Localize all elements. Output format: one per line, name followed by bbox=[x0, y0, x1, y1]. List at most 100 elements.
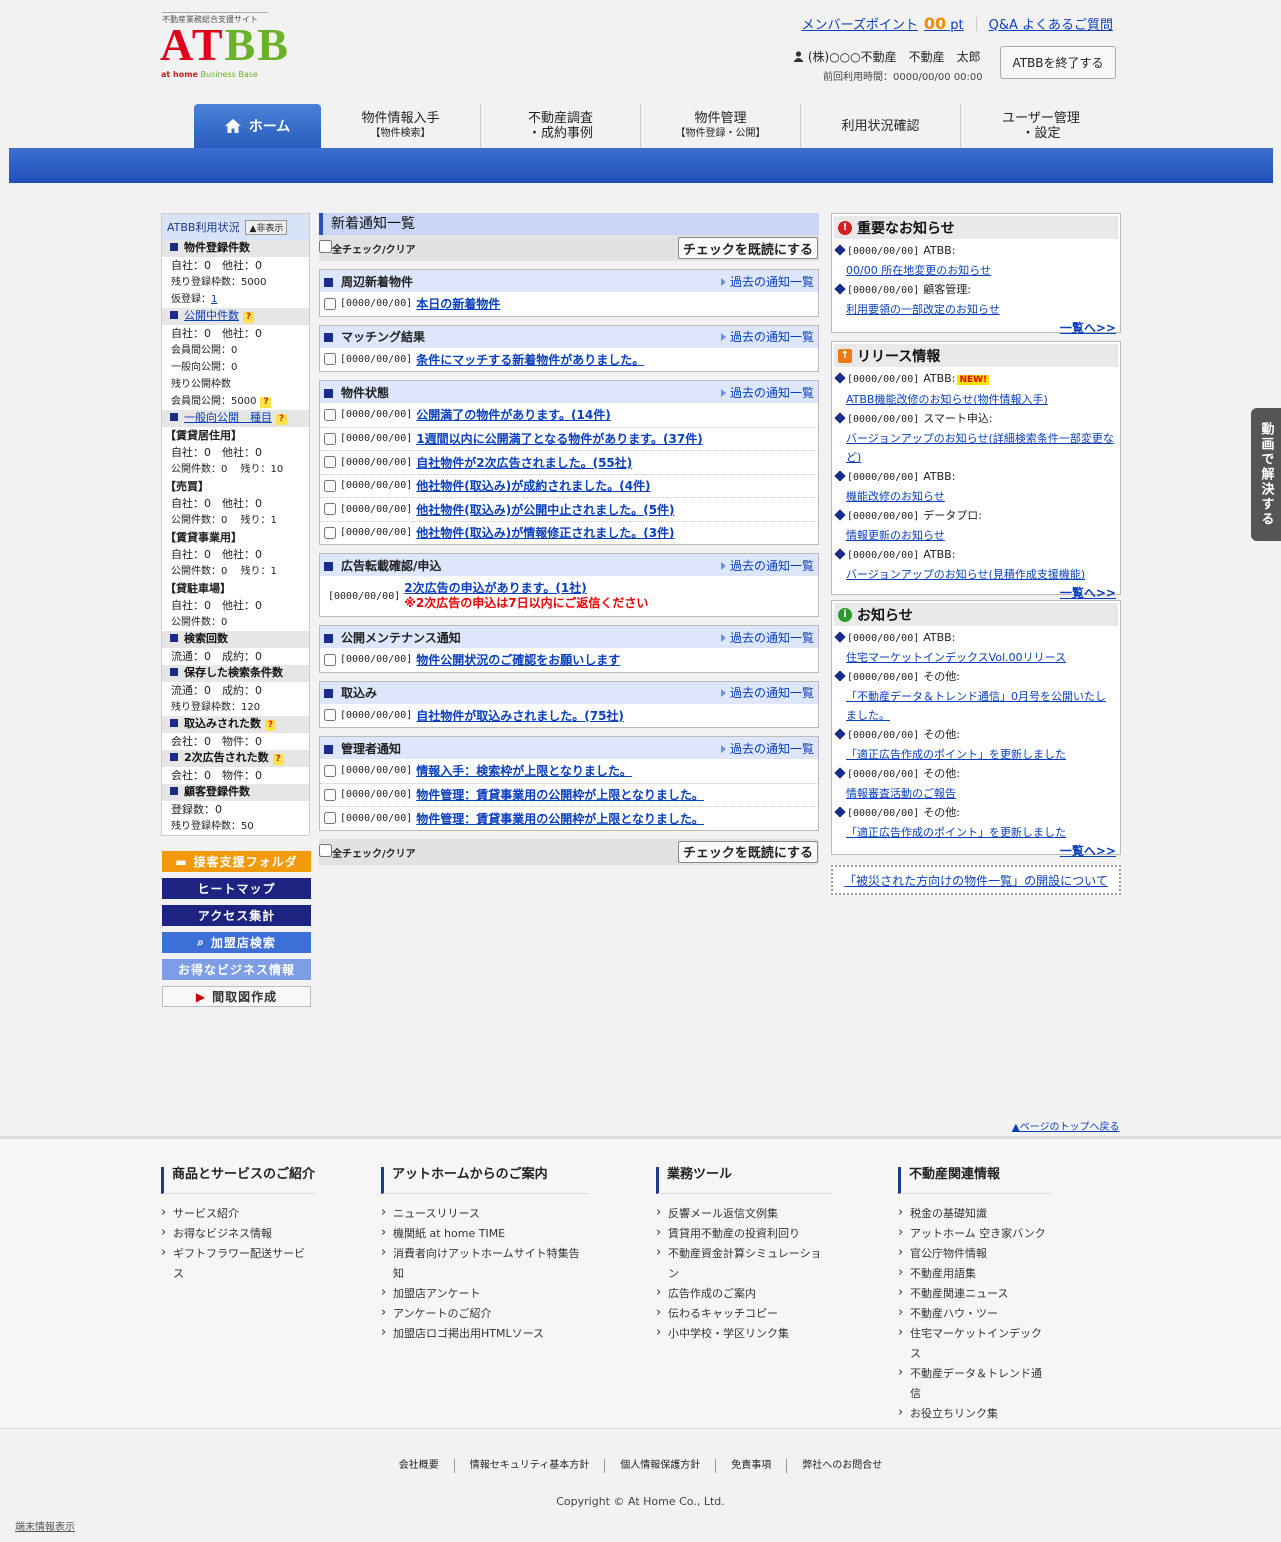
sidebar-section-label[interactable]: 公開中件数 bbox=[184, 309, 239, 322]
help-icon[interactable]: ? bbox=[260, 397, 272, 408]
sidebar-button[interactable]: お得なビジネス情報 bbox=[162, 959, 311, 980]
footer-link[interactable]: 加盟店アンケート bbox=[381, 1283, 589, 1304]
tab-property-management[interactable]: 物件管理 【物件登録・公開】 bbox=[641, 104, 801, 148]
footer-bottom-link[interactable]: 情報セキュリティ基本方針 bbox=[455, 1459, 606, 1473]
sidebar-section-label[interactable]: 一般向公開 種目 bbox=[184, 411, 272, 424]
notice-link[interactable]: 「適正広告作成のポイント」を更新しました bbox=[836, 745, 1116, 764]
past-notices-link[interactable]: 過去の通知一覧 bbox=[721, 273, 814, 290]
past-notices-link[interactable]: 過去の通知一覧 bbox=[721, 328, 814, 345]
footer-bottom-link[interactable]: 弊社へのお問合せ bbox=[787, 1459, 897, 1473]
notice-link[interactable]: 「不動産データ＆トレンド通信」0月号を公開いたしました。 bbox=[836, 687, 1116, 725]
footer-link[interactable]: 住宅マーケットインデックス bbox=[898, 1323, 1052, 1364]
help-icon[interactable]: ? bbox=[243, 312, 254, 323]
footer-link[interactable]: 機関紙 at home TIME bbox=[381, 1223, 589, 1244]
notice-link[interactable]: 「適正広告作成のポイント」を更新しました bbox=[836, 823, 1116, 842]
footer-link[interactable]: アットホーム 空き家バンク bbox=[898, 1223, 1052, 1244]
notification-checkbox[interactable] bbox=[324, 526, 336, 539]
check-all-checkbox[interactable] bbox=[319, 843, 332, 857]
footer-link[interactable]: 不動産ハウ・ツー bbox=[898, 1303, 1052, 1324]
notification-checkbox[interactable] bbox=[324, 764, 336, 777]
footer-link[interactable]: 不動産資金計算シミュレーション bbox=[656, 1243, 832, 1284]
check-all-toggle[interactable]: 全チェック/クリア bbox=[319, 240, 416, 256]
notification-link[interactable]: 他社物件(取込み)が公開中止されました。(5件) bbox=[416, 501, 674, 518]
footer-link[interactable]: 不動産データ＆トレンド通信 bbox=[898, 1363, 1052, 1404]
footer-link[interactable]: お得なビジネス情報 bbox=[161, 1223, 315, 1244]
footer-link[interactable]: 小中学校・学区リンク集 bbox=[656, 1323, 832, 1344]
past-notices-link[interactable]: 過去の通知一覧 bbox=[721, 384, 814, 401]
notification-link[interactable]: 自社物件が2次広告されました。(55社) bbox=[416, 454, 632, 471]
page-top-link[interactable]: ▲ページのトップへ戻る bbox=[1012, 1118, 1120, 1133]
notification-checkbox[interactable] bbox=[324, 709, 336, 722]
terminal-info-link[interactable]: 端末情報表示 bbox=[15, 1518, 75, 1533]
footer-link[interactable]: サービス紹介 bbox=[161, 1203, 315, 1224]
disaster-link[interactable]: 「被災された方向けの物件一覧」の開設について bbox=[844, 872, 1108, 889]
hide-button[interactable]: ▲非表示 bbox=[245, 219, 288, 235]
sidebar-button[interactable]: ヒートマップ bbox=[162, 878, 311, 899]
notice-link[interactable]: バージョンアップのお知らせ(詳細検索条件一部変更など) bbox=[836, 429, 1116, 467]
notification-link[interactable]: 2次広告の申込があります。(1社) bbox=[404, 581, 648, 596]
notification-checkbox[interactable] bbox=[324, 297, 336, 310]
footer-link[interactable]: 加盟店ロゴ掲出用HTMLソース bbox=[381, 1323, 589, 1344]
past-notices-link[interactable]: 過去の通知一覧 bbox=[721, 629, 814, 646]
check-all-toggle[interactable]: 全チェック/クリア bbox=[319, 843, 416, 860]
notification-checkbox[interactable] bbox=[324, 432, 336, 445]
notification-link[interactable]: 条件にマッチする新着物件がありました。 bbox=[416, 351, 644, 368]
notice-link[interactable]: 情報更新のお知らせ bbox=[836, 526, 1116, 545]
sidebar-button[interactable]: ▬ 接客支援フォルダ bbox=[162, 851, 311, 872]
footer-bottom-link[interactable]: 会社概要 bbox=[384, 1459, 455, 1473]
tab-research[interactable]: 不動産調査 ・成約事例 bbox=[481, 104, 641, 148]
footer-link[interactable]: 不動産関連ニュース bbox=[898, 1283, 1052, 1304]
notice-link[interactable]: 情報審査活動のご報告 bbox=[836, 784, 1116, 803]
notification-link[interactable]: 情報入手：検索枠が上限となりました。 bbox=[416, 762, 632, 779]
notice-link[interactable]: バージョンアップのお知らせ(見積作成支援機能) bbox=[836, 565, 1116, 584]
help-icon[interactable]: ? bbox=[276, 414, 287, 425]
tab-usage-status[interactable]: 利用状況確認 bbox=[801, 104, 961, 148]
notification-link[interactable]: 公開満了の物件があります。(14件) bbox=[416, 406, 610, 423]
notification-link[interactable]: 他社物件(取込み)が情報修正されました。(3件) bbox=[416, 524, 674, 541]
footer-link[interactable]: 広告作成のご案内 bbox=[656, 1283, 832, 1304]
notification-checkbox[interactable] bbox=[324, 408, 336, 421]
footer-bottom-link[interactable]: 個人情報保護方針 bbox=[605, 1459, 717, 1473]
notification-link[interactable]: 本日の新着物件 bbox=[416, 295, 500, 312]
past-notices-link[interactable]: 過去の通知一覧 bbox=[721, 557, 814, 574]
footer-link[interactable]: 税金の基礎知識 bbox=[898, 1203, 1052, 1224]
notice-link[interactable]: 利用要領の一部改定のお知らせ bbox=[836, 300, 1116, 319]
sidebar-button[interactable]: アクセス集計 bbox=[162, 905, 311, 926]
footer-link[interactable]: 官公庁物件情報 bbox=[898, 1243, 1052, 1264]
mark-read-button[interactable]: チェックを既読にする bbox=[677, 237, 818, 259]
notice-link[interactable]: 機能改修のお知らせ bbox=[836, 487, 1116, 506]
notification-checkbox[interactable] bbox=[324, 653, 336, 666]
footer-link[interactable]: ニュースリリース bbox=[381, 1203, 589, 1224]
past-notices-link[interactable]: 過去の通知一覧 bbox=[721, 740, 814, 757]
tab-property-info[interactable]: 物件情報入手 【物件検索】 bbox=[321, 104, 481, 148]
footer-link[interactable]: お役立ちリンク集 bbox=[898, 1403, 1052, 1424]
notification-checkbox[interactable] bbox=[324, 812, 336, 825]
video-help-tab[interactable]: 動画で解決する bbox=[1251, 408, 1281, 541]
notification-link[interactable]: 自社物件が取込みされました。(75社) bbox=[416, 707, 624, 724]
footer-link[interactable]: アンケートのご紹介 bbox=[381, 1303, 589, 1324]
footer-link[interactable]: 消費者向けアットホームサイト特集告知 bbox=[381, 1243, 589, 1284]
disaster-banner[interactable]: 「被災された方向けの物件一覧」の開設について bbox=[831, 865, 1121, 895]
footer-bottom-link[interactable]: 免責事項 bbox=[716, 1459, 788, 1473]
tab-home[interactable]: ホーム bbox=[194, 104, 321, 148]
footer-link[interactable]: 不動産用語集 bbox=[898, 1263, 1052, 1284]
footer-link[interactable]: ギフトフラワー配送サービス bbox=[161, 1243, 315, 1284]
notification-checkbox[interactable] bbox=[324, 353, 336, 366]
notification-link[interactable]: 物件管理：賃貸事業用の公開枠が上限となりました。 bbox=[416, 810, 704, 827]
important-more-link[interactable]: 一覧へ>> bbox=[832, 319, 1120, 337]
notification-link[interactable]: 他社物件(取込み)が成約されました。(4件) bbox=[416, 477, 650, 494]
notice-link[interactable]: 住宅マーケットインデックスVol.00リリース bbox=[836, 648, 1116, 667]
check-all-checkbox[interactable] bbox=[319, 240, 332, 253]
temp-registration-link[interactable]: 1 bbox=[211, 294, 217, 305]
sidebar-button[interactable]: ▶ 間取図作成 bbox=[162, 986, 311, 1007]
footer-link[interactable]: 反響メール返信文例集 bbox=[656, 1203, 832, 1224]
atbb-logo[interactable]: ATBB bbox=[160, 22, 290, 68]
end-atbb-button[interactable]: ATBBを終了する bbox=[1000, 46, 1116, 79]
help-icon[interactable]: ? bbox=[265, 720, 276, 731]
notification-checkbox[interactable] bbox=[324, 788, 336, 801]
notification-checkbox[interactable] bbox=[324, 479, 336, 492]
sidebar-button[interactable]: ⌕ 加盟店検索 bbox=[162, 932, 311, 953]
help-icon[interactable]: ? bbox=[272, 754, 284, 765]
news-more-link[interactable]: 一覧へ>> bbox=[832, 842, 1120, 860]
tab-user-management[interactable]: ユーザー管理 ・設定 bbox=[961, 104, 1121, 148]
